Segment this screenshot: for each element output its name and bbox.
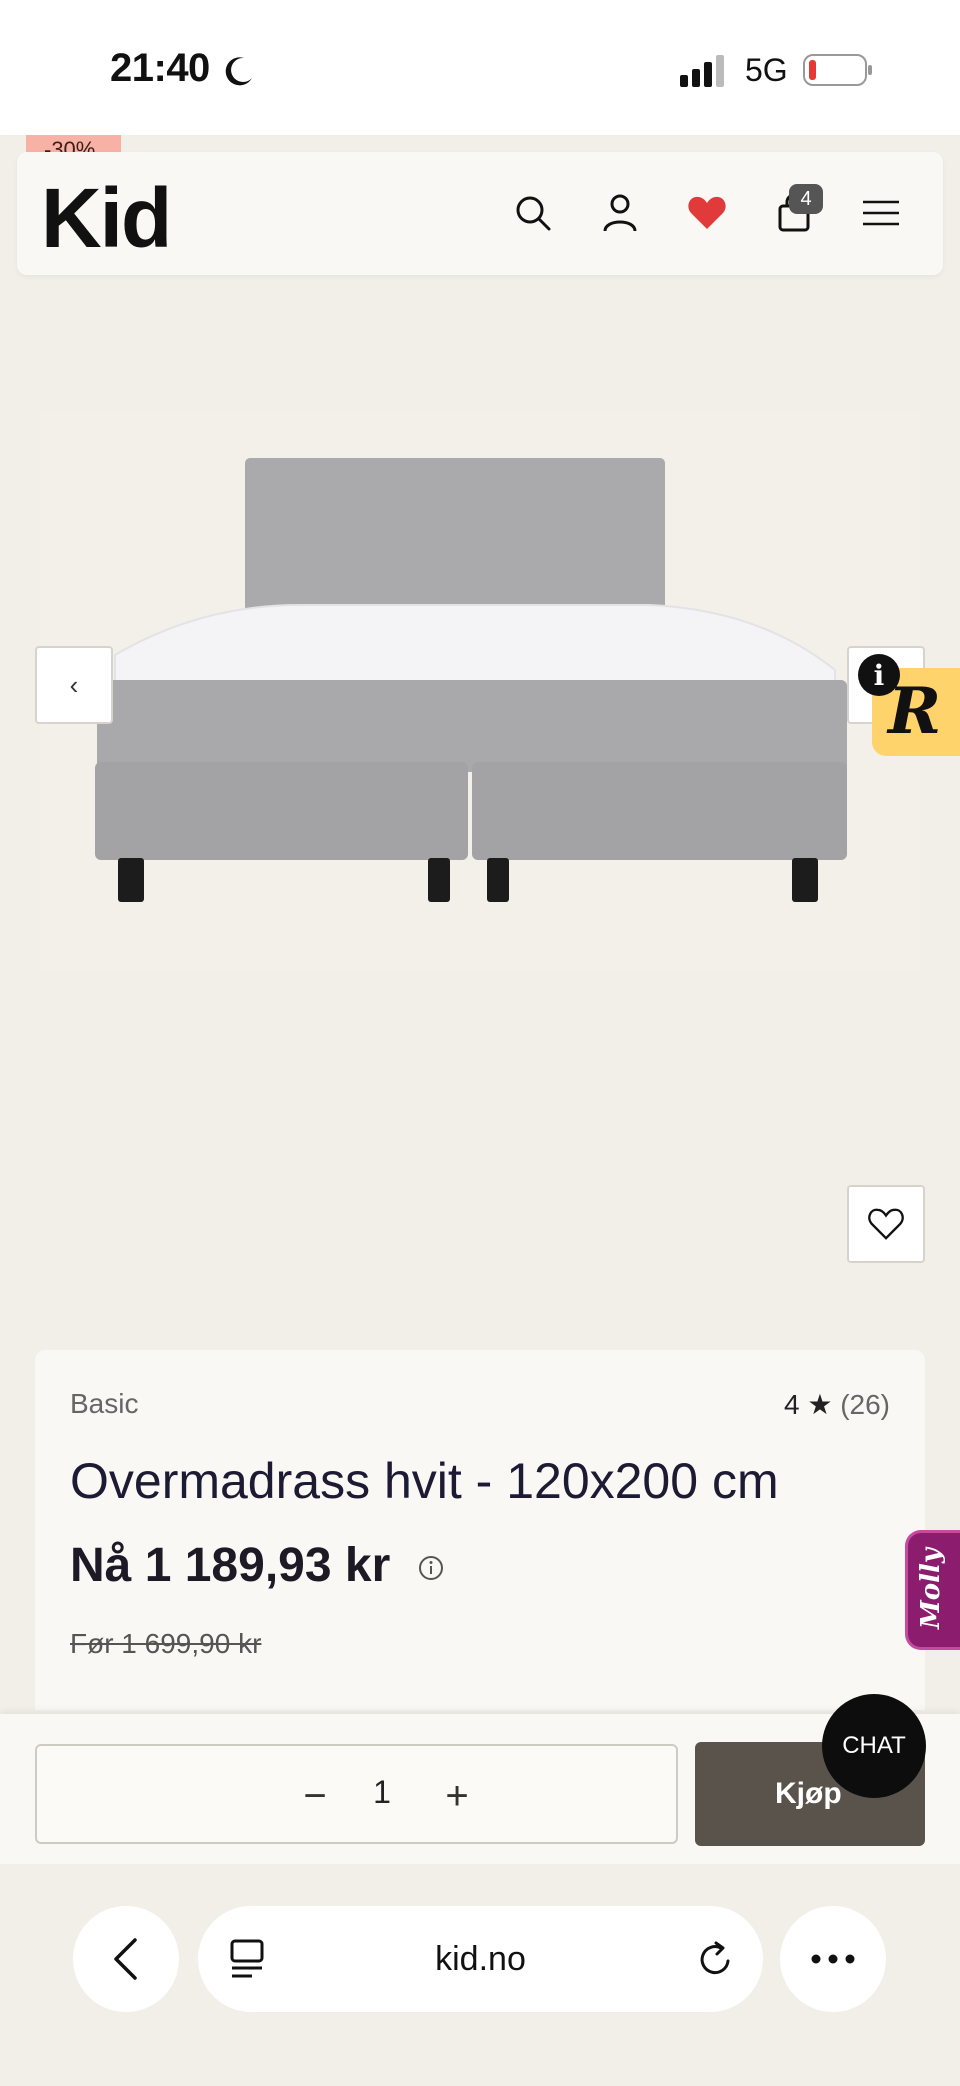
price-info-icon[interactable] (417, 1554, 445, 1582)
moon-icon (225, 57, 252, 86)
url-text: kid.no (435, 1940, 526, 1978)
kid-logo[interactable]: Kid (41, 170, 172, 267)
network-label: 5G (745, 52, 788, 88)
price-now: Nå 1 189,93 kr (70, 1539, 391, 1592)
product-rating[interactable]: 4 ★ (26) (784, 1388, 890, 1421)
status-bar: 21:40 5G (0, 0, 960, 135)
product-info-card: Basic 4 ★ (26) Overmadrass hvit - 120x20… (35, 1350, 925, 1710)
reload-icon[interactable] (695, 1939, 735, 1979)
more-dots-icon (811, 1954, 855, 1964)
heart-outline-icon (868, 1208, 904, 1240)
account-icon[interactable] (597, 190, 643, 236)
quantity-stepper: − 1 + (35, 1744, 678, 1844)
add-to-favorites-button[interactable] (847, 1185, 925, 1263)
molly-widget[interactable]: Molly (905, 1530, 960, 1650)
quantity-decrease-button[interactable]: − (285, 1766, 345, 1826)
buy-bar: − 1 + Kjøp (0, 1714, 960, 1864)
quantity-value[interactable]: 1 (337, 1774, 427, 1811)
status-time: 21:40 (110, 46, 210, 90)
gallery-prev-button[interactable]: ‹ (35, 646, 113, 724)
price-before: Før 1 699,90 kr (70, 1628, 262, 1659)
cart-icon[interactable]: 4 (771, 184, 823, 236)
back-arrow-icon (114, 1938, 137, 1980)
signal-icon (680, 55, 724, 87)
cart-count-badge: 4 (789, 184, 823, 214)
bed-illustration (40, 410, 920, 970)
info-badge-icon[interactable]: i (858, 654, 900, 696)
search-icon[interactable] (510, 190, 556, 236)
browser-back-button[interactable] (73, 1906, 179, 2012)
rating-value: 4 ★ (783, 1389, 833, 1420)
site-header: Kid 4 (17, 152, 943, 275)
battery-icon (803, 54, 872, 86)
rating-count: (26) (840, 1389, 890, 1420)
browser-more-button[interactable] (780, 1906, 886, 2012)
browser-toolbar: kid.no (0, 1864, 960, 2086)
product-brand[interactable]: Basic (70, 1388, 138, 1420)
product-title: Overmadrass hvit - 120x200 cm (70, 1453, 779, 1509)
quantity-increase-button[interactable]: + (427, 1766, 487, 1826)
product-image (40, 410, 920, 970)
menu-icon[interactable] (858, 190, 904, 236)
favorites-heart-icon[interactable] (684, 190, 730, 236)
chevron-left-icon: ‹ (69, 669, 79, 700)
address-bar[interactable]: kid.no (198, 1906, 763, 2012)
chat-button[interactable]: CHAT (822, 1694, 926, 1798)
